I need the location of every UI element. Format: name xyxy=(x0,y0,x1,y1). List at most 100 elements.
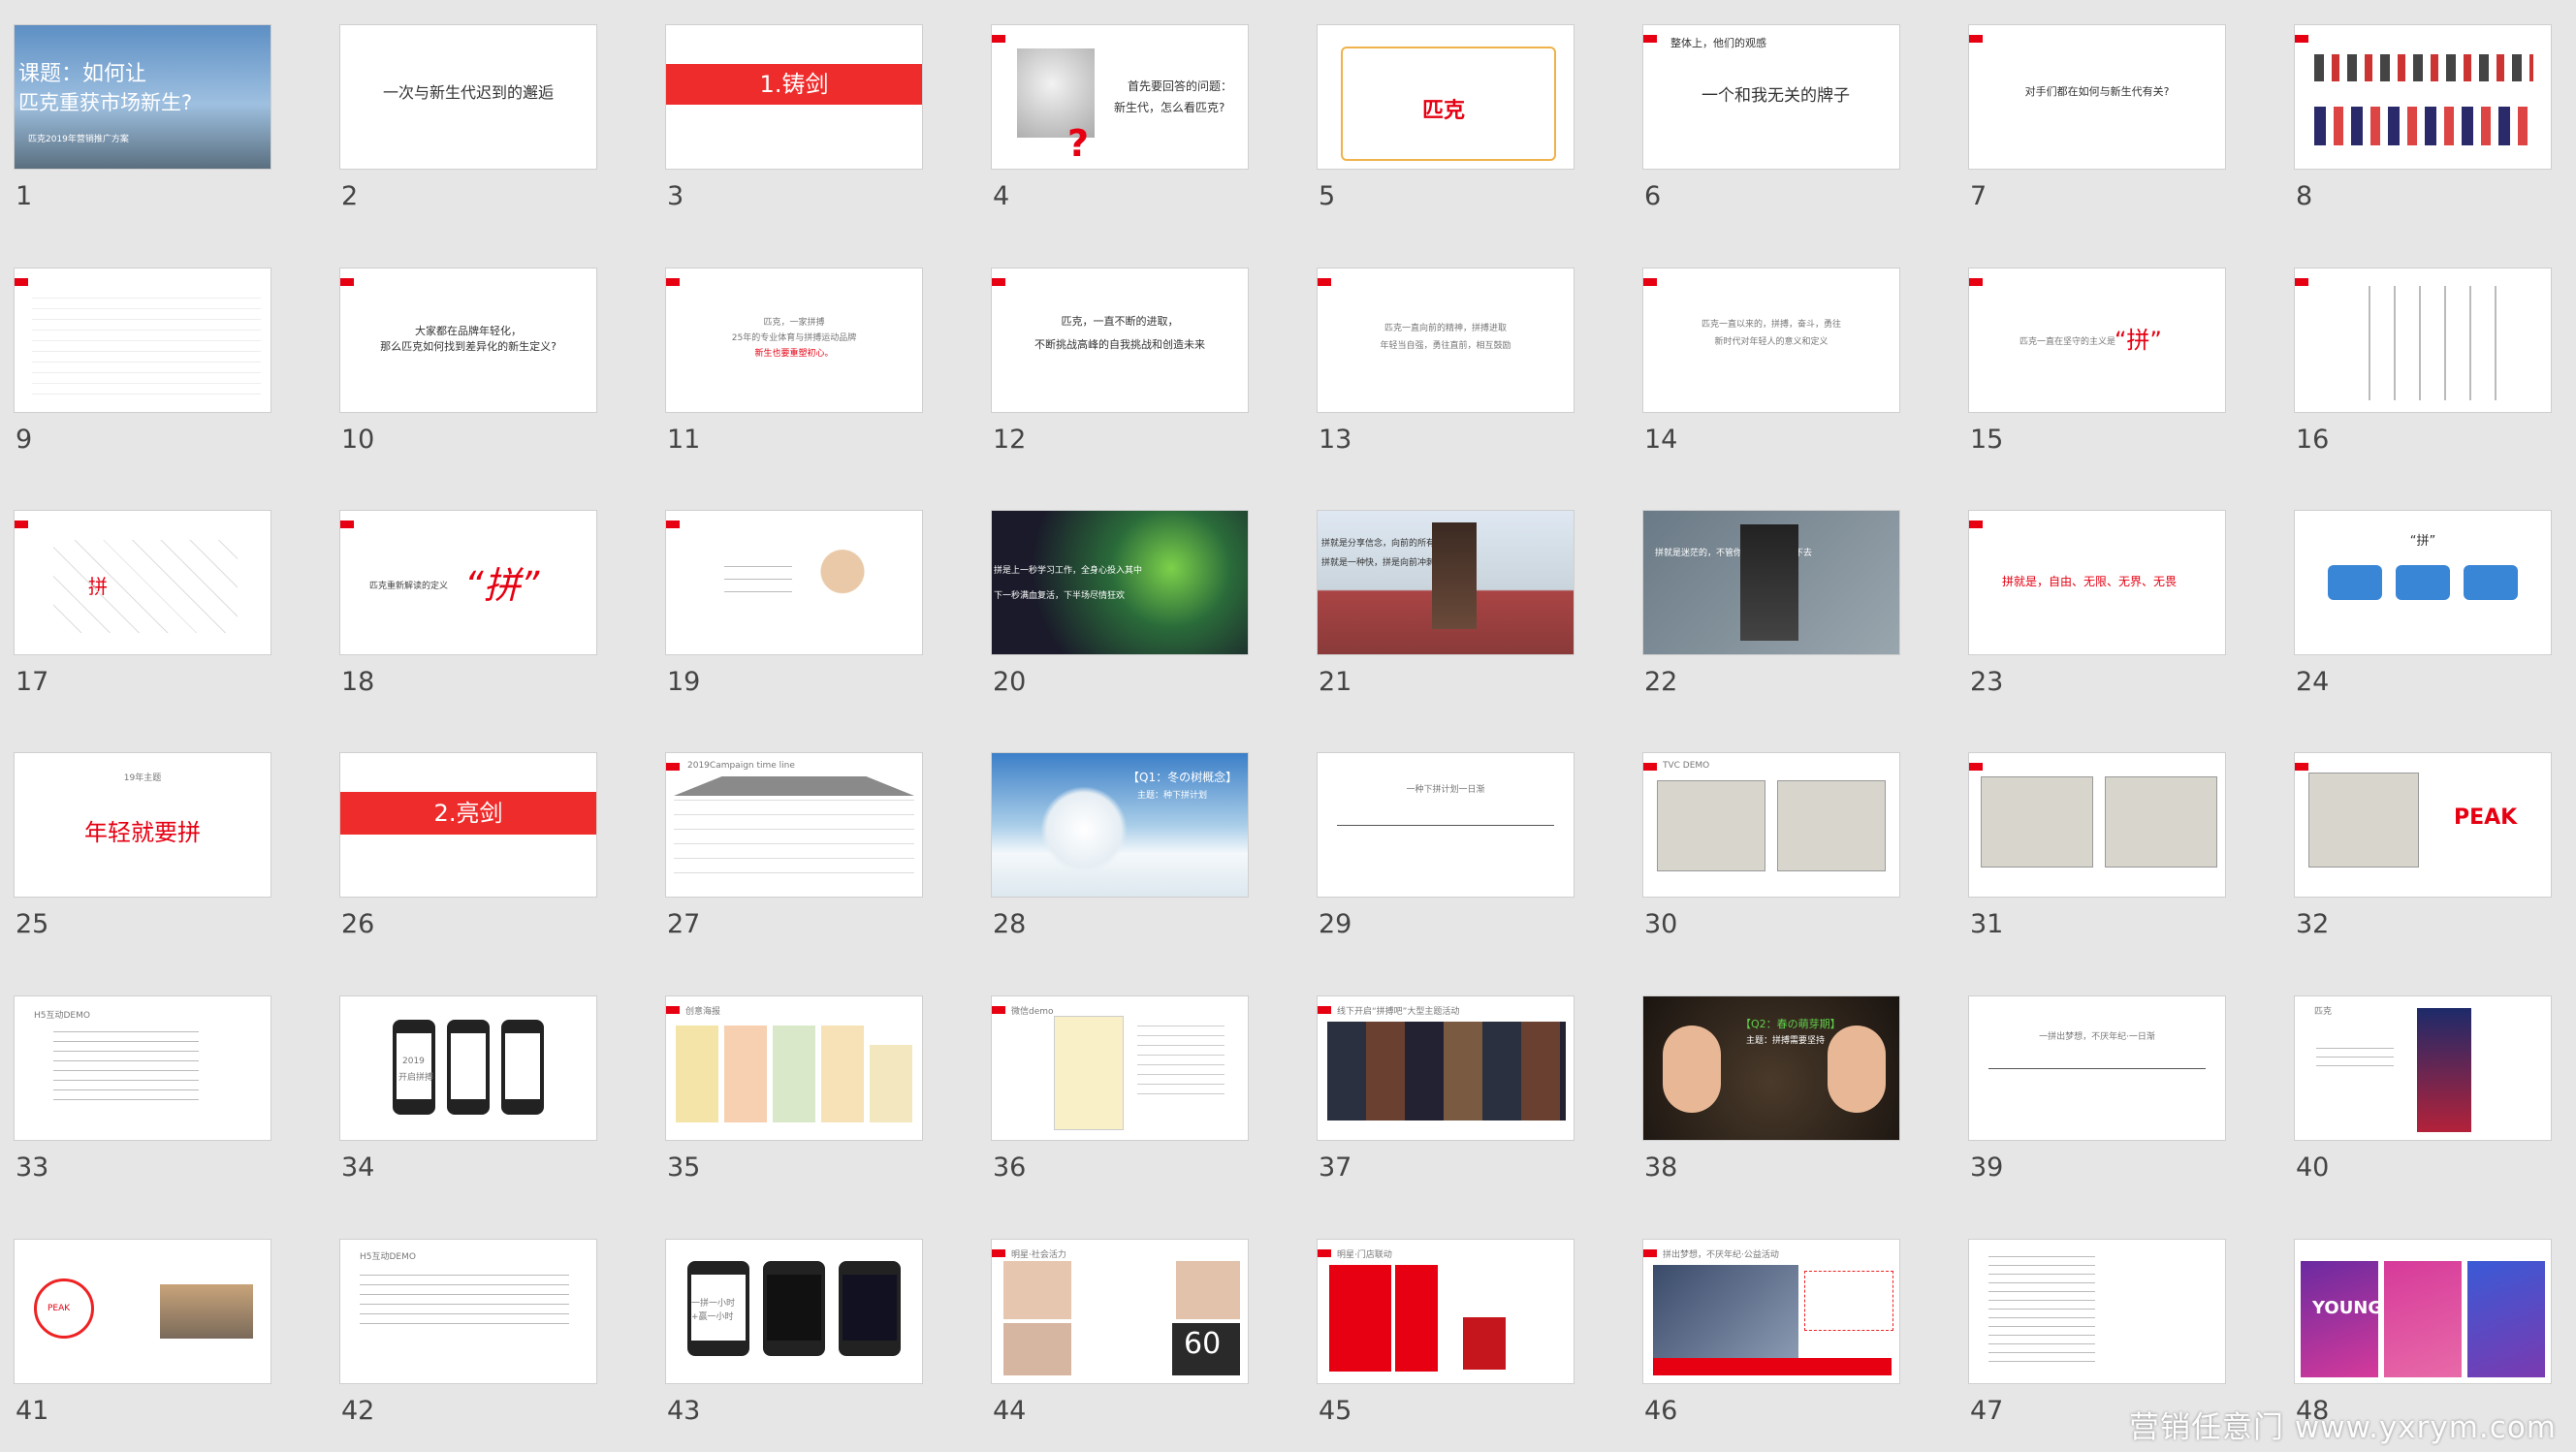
slide-thumbnail[interactable]: 一种下拼计划一日渐 xyxy=(1317,752,1574,898)
slide-35[interactable]: 创意海报 35 xyxy=(665,995,927,1183)
slide-36[interactable]: 微信demo 36 xyxy=(991,995,1253,1183)
slide-thumbnail[interactable]: 匹克，一家拼搏 25年的专业体育与拼搏运动品牌 新生也要重塑初心。 xyxy=(665,268,923,413)
slide-thumbnail[interactable]: 拼就是分享信念，向前的所有努力 拼就是一种快，拼是向前冲刺 xyxy=(1317,510,1574,655)
slide-28[interactable]: 【Q1：冬の树概念】 主题：种下拼计划 28 xyxy=(991,752,1253,939)
slide-thumbnail[interactable]: 微信demo xyxy=(991,995,1249,1141)
slide-thumbnail[interactable]: 明星·社会活力 60 xyxy=(991,1239,1249,1384)
slide-thumbnail[interactable]: “拼” xyxy=(2294,510,2552,655)
slide-thumbnail[interactable]: TVC DEMO xyxy=(1642,752,1900,898)
slide-thumbnail[interactable]: 匹克一直在坚守的主义是 “拼” xyxy=(1968,268,2226,413)
slide-thumbnail[interactable]: 线下开启“拼搏吧”大型主题活动 xyxy=(1317,995,1574,1141)
slide-19[interactable]: 19 xyxy=(665,510,927,697)
slide-33[interactable]: H5互动DEMO 33 xyxy=(14,995,275,1183)
slide-thumbnail[interactable] xyxy=(1968,1239,2226,1384)
slide-8[interactable]: 8 xyxy=(2294,24,2556,211)
poster-2 xyxy=(724,1026,767,1122)
slide-thumbnail[interactable]: 拼就是，自由、无限、无界、无畏 xyxy=(1968,510,2226,655)
slide-thumbnail[interactable]: 2019 开启拼搏 xyxy=(339,995,597,1141)
slide-thumbnail[interactable]: 拼是上一秒学习工作，全身心投入其中 下一秒满血复活，下半场尽情狂欢 xyxy=(991,510,1249,655)
slide-23[interactable]: 拼就是，自由、无限、无界、无畏 23 xyxy=(1968,510,2230,697)
slide-42[interactable]: H5互动DEMO 42 xyxy=(339,1239,601,1426)
slide-37[interactable]: 线下开启“拼搏吧”大型主题活动 37 xyxy=(1317,995,1578,1183)
slide-thumbnail[interactable]: H5互动DEMO xyxy=(14,995,271,1141)
slide-46[interactable]: 拼出梦想，不厌年纪·公益活动 46 xyxy=(1642,1239,1904,1426)
slide-thumbnail[interactable]: H5互动DEMO xyxy=(339,1239,597,1384)
slide-34[interactable]: 2019 开启拼搏 34 xyxy=(339,995,601,1183)
slide-18[interactable]: 匹克重新解读的定义 “拼” 18 xyxy=(339,510,601,697)
slide-thumbnail[interactable]: 对手们都在如何与新生代有关? xyxy=(1968,24,2226,170)
slide-thumbnail[interactable] xyxy=(665,510,923,655)
slide-15[interactable]: 匹克一直在坚守的主义是 “拼” 15 xyxy=(1968,268,2230,455)
slide-14[interactable]: 匹克一直以来的，拼搏，奋斗，勇往 新时代对年轻人的意义和定义 14 xyxy=(1642,268,1904,455)
slide-thumbnail[interactable]: 匹克重新解读的定义 “拼” xyxy=(339,510,597,655)
slide-27[interactable]: 2019Campaign time line 27 xyxy=(665,752,927,939)
slide-11[interactable]: 匹克，一家拼搏 25年的专业体育与拼搏运动品牌 新生也要重塑初心。 11 xyxy=(665,268,927,455)
slide-20[interactable]: 拼是上一秒学习工作，全身心投入其中 下一秒满血复活，下半场尽情狂欢 20 xyxy=(991,510,1253,697)
slide-thumbnail[interactable]: ? 首先要回答的问题： 新生代，怎么看匹克? xyxy=(991,24,1249,170)
slide-29[interactable]: 一种下拼计划一日渐 29 xyxy=(1317,752,1578,939)
slide-6[interactable]: 整体上，他们的观感 一个和我无关的牌子 6 xyxy=(1642,24,1904,211)
slide-7[interactable]: 对手们都在如何与新生代有关? 7 xyxy=(1968,24,2230,211)
slide-thumbnail[interactable]: 拼出梦想，不厌年纪·公益活动 xyxy=(1642,1239,1900,1384)
slide-thumbnail[interactable] xyxy=(1968,752,2226,898)
slide-thumbnail[interactable]: 匹克 xyxy=(1317,24,1574,170)
slide-thumbnail[interactable]: 匹克，一直不断的进取， 不断挑战高峰的自我挑战和创造未来 xyxy=(991,268,1249,413)
slide-24[interactable]: “拼” 24 xyxy=(2294,510,2556,697)
slide-thumbnail[interactable]: 【Q2：春の萌芽期】 主题：拼搏需要坚持 xyxy=(1642,995,1900,1141)
slide-44[interactable]: 明星·社会活力 60 44 xyxy=(991,1239,1253,1426)
slide-17[interactable]: 拼 17 xyxy=(14,510,275,697)
slide-41[interactable]: PEAK 41 xyxy=(14,1239,275,1426)
slide-number: 5 xyxy=(1319,181,1336,211)
slide-thumbnail[interactable]: 2.亮剑 xyxy=(339,752,597,898)
slide-thumbnail[interactable]: 一拼出梦想，不厌年纪·一日渐 xyxy=(1968,995,2226,1141)
slide-thumbnail[interactable]: 整体上，他们的观感 一个和我无关的牌子 xyxy=(1642,24,1900,170)
slide-4[interactable]: ? 首先要回答的问题： 新生代，怎么看匹克? 4 xyxy=(991,24,1253,211)
slide-3[interactable]: 1.铸剑 3 xyxy=(665,24,927,211)
slide-16[interactable]: 16 xyxy=(2294,268,2556,455)
slide-thumbnail[interactable]: 一拼一小时 +赢一小时 xyxy=(665,1239,923,1384)
slide-thumbnail[interactable]: 2019Campaign time line xyxy=(665,752,923,898)
slide-30[interactable]: TVC DEMO 30 xyxy=(1642,752,1904,939)
slide-48[interactable]: YOUNG 48 xyxy=(2294,1239,2556,1426)
slide-12[interactable]: 匹克，一直不断的进取， 不断挑战高峰的自我挑战和创造未来 12 xyxy=(991,268,1253,455)
slide-thumbnail[interactable]: 匹克一直向前的精神，拼搏进取 年轻当自强，勇往直前，相互鼓励 xyxy=(1317,268,1574,413)
slide-thumbnail[interactable]: YOUNG xyxy=(2294,1239,2552,1384)
slide-1[interactable]: 课题：如何让 匹克重获市场新生? 匹克2019年营销推广方案 1 xyxy=(14,24,275,211)
slide-thumbnail[interactable]: 【Q1：冬の树概念】 主题：种下拼计划 xyxy=(991,752,1249,898)
slide-21[interactable]: 拼就是分享信念，向前的所有努力 拼就是一种快，拼是向前冲刺 21 xyxy=(1317,510,1578,697)
slide-thumbnail[interactable]: 19年主题 年轻就要拼 xyxy=(14,752,271,898)
phone-mockup-2 xyxy=(763,1261,825,1356)
slide-25[interactable]: 19年主题 年轻就要拼 25 xyxy=(14,752,275,939)
slide-10[interactable]: 大家都在品牌年轻化， 那么匹克如何找到差异化的新生定义? 10 xyxy=(339,268,601,455)
slide-thumbnail[interactable] xyxy=(2294,24,2552,170)
slide-2[interactable]: 一次与新生代迟到的邂逅 2 xyxy=(339,24,601,211)
slide-thumbnail[interactable]: 课题：如何让 匹克重获市场新生? 匹克2019年营销推广方案 xyxy=(14,24,271,170)
slide-thumbnail[interactable] xyxy=(14,268,271,413)
slide-thumbnail[interactable]: 匹克一直以来的，拼搏，奋斗，勇往 新时代对年轻人的意义和定义 xyxy=(1642,268,1900,413)
slide-45[interactable]: 明星·门店联动 45 xyxy=(1317,1239,1578,1426)
slide-thumbnail[interactable]: 创意海报 xyxy=(665,995,923,1141)
slide-thumbnail[interactable]: PEAK xyxy=(2294,752,2552,898)
slide-thumbnail[interactable]: 匹克 xyxy=(2294,995,2552,1141)
wechat-text-lines xyxy=(1137,1026,1224,1103)
slide-32[interactable]: PEAK 32 xyxy=(2294,752,2556,939)
slide-47[interactable]: 47 xyxy=(1968,1239,2230,1426)
slide-31[interactable]: 31 xyxy=(1968,752,2230,939)
slide-40[interactable]: 匹克 40 xyxy=(2294,995,2556,1183)
slide-thumbnail[interactable]: 1.铸剑 xyxy=(665,24,923,170)
slide-thumbnail[interactable]: 明星·门店联动 xyxy=(1317,1239,1574,1384)
slide-26[interactable]: 2.亮剑 26 xyxy=(339,752,601,939)
slide-39[interactable]: 一拼出梦想，不厌年纪·一日渐 39 xyxy=(1968,995,2230,1183)
slide-thumbnail[interactable] xyxy=(2294,268,2552,413)
slide-9[interactable]: 9 xyxy=(14,268,275,455)
slide-5[interactable]: 匹克 5 xyxy=(1317,24,1578,211)
slide-thumbnail[interactable]: 大家都在品牌年轻化， 那么匹克如何找到差异化的新生定义? xyxy=(339,268,597,413)
slide-thumbnail[interactable]: 一次与新生代迟到的邂逅 xyxy=(339,24,597,170)
slide-13[interactable]: 匹克一直向前的精神，拼搏进取 年轻当自强，勇往直前，相互鼓励 13 xyxy=(1317,268,1578,455)
slide-22[interactable]: 拼就是迷茫的，不管你怎样失败和走下去 22 xyxy=(1642,510,1904,697)
slide-thumbnail[interactable]: 拼 xyxy=(14,510,271,655)
slide-thumbnail[interactable]: PEAK xyxy=(14,1239,271,1384)
slide-thumbnail[interactable]: 拼就是迷茫的，不管你怎样失败和走下去 xyxy=(1642,510,1900,655)
slide-43[interactable]: 一拼一小时 +赢一小时 43 xyxy=(665,1239,927,1426)
slide-38[interactable]: 【Q2：春の萌芽期】 主题：拼搏需要坚持 38 xyxy=(1642,995,1904,1183)
